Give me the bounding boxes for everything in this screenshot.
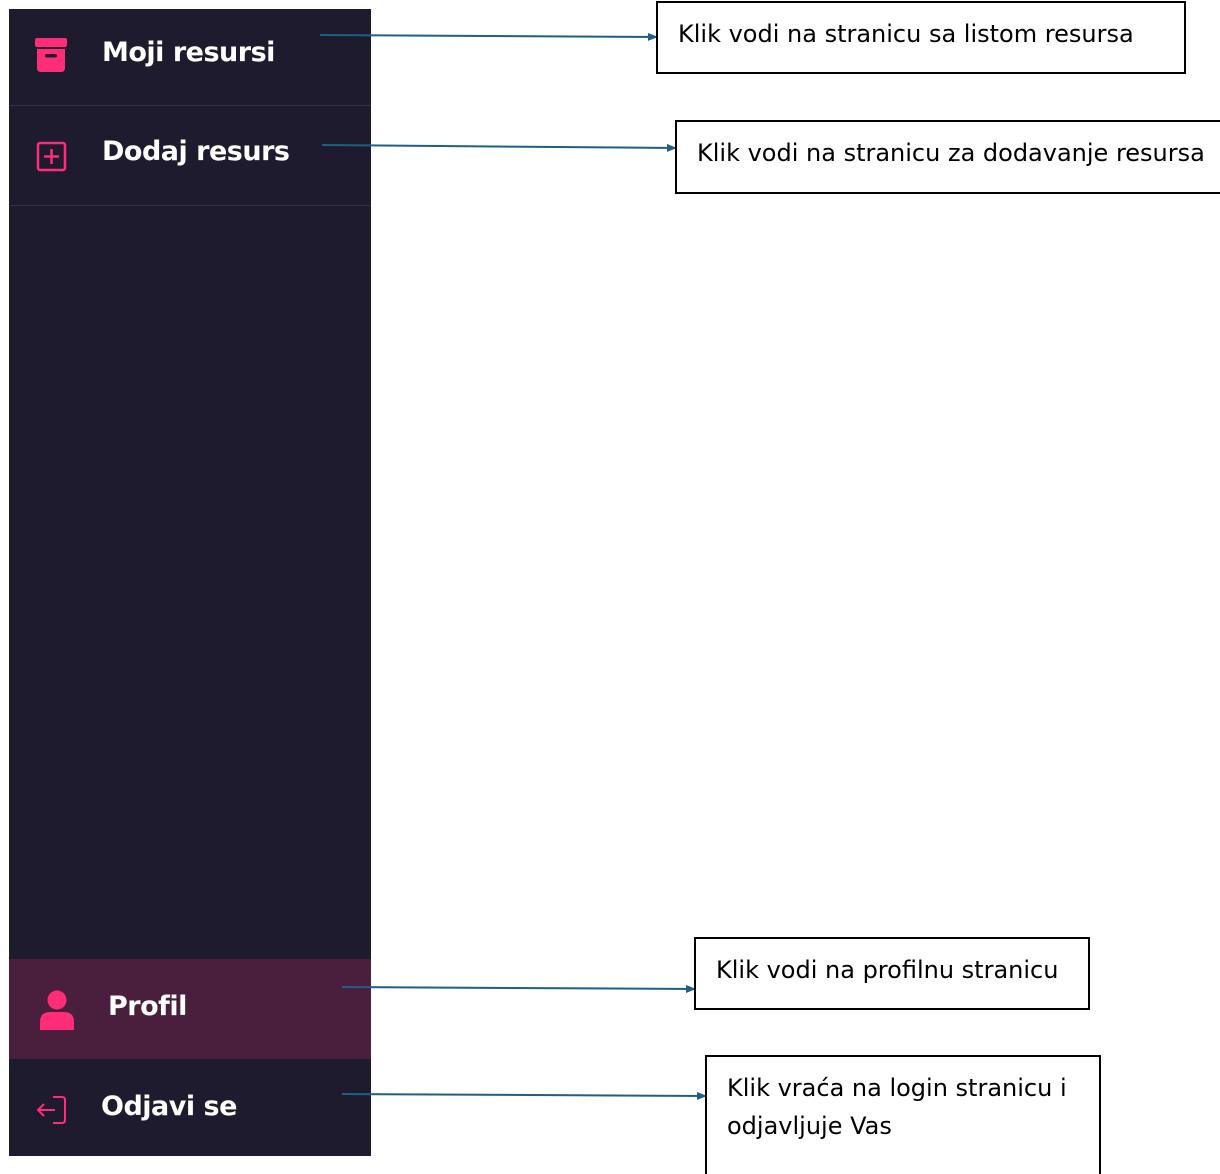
- sidebar-item-moji-resursi[interactable]: Moji resursi: [9, 9, 371, 105]
- sidebar-item-label: Moji resursi: [102, 37, 275, 68]
- sidebar: Moji resursi Dodaj resurs Profil Odjavi …: [9, 9, 371, 1156]
- annotation-dodaj-resurs: Klik vodi na stranicu za dodavanje resur…: [675, 120, 1220, 194]
- plus-square-icon: [36, 141, 68, 173]
- annotation-profil: Klik vodi na profilnu stranicu: [694, 937, 1090, 1010]
- arrow-odjavi-se: [341, 1091, 707, 1100]
- arrow-profil: [341, 984, 696, 993]
- user-icon: [39, 990, 75, 1030]
- archive-box-icon: [35, 38, 67, 72]
- page: Moji resursi Dodaj resurs Profil Odjavi …: [0, 0, 1220, 1174]
- logout-icon: [36, 1094, 68, 1126]
- sidebar-item-dodaj-resurs[interactable]: Dodaj resurs: [9, 106, 371, 205]
- divider: [9, 205, 371, 206]
- sidebar-item-label: Profil: [108, 991, 187, 1022]
- sidebar-item-profil[interactable]: Profil: [9, 959, 371, 1059]
- annotation-moji-resursi: Klik vodi na stranicu sa listom resursa: [656, 1, 1186, 74]
- annotation-odjavi-se: Klik vraća na login stranicu i odjavljuj…: [705, 1055, 1101, 1174]
- arrow-dodaj-resurs: [321, 143, 677, 152]
- sidebar-item-odjavi-se[interactable]: Odjavi se: [9, 1059, 371, 1156]
- sidebar-item-label: Odjavi se: [101, 1091, 237, 1122]
- sidebar-item-label: Dodaj resurs: [102, 136, 290, 167]
